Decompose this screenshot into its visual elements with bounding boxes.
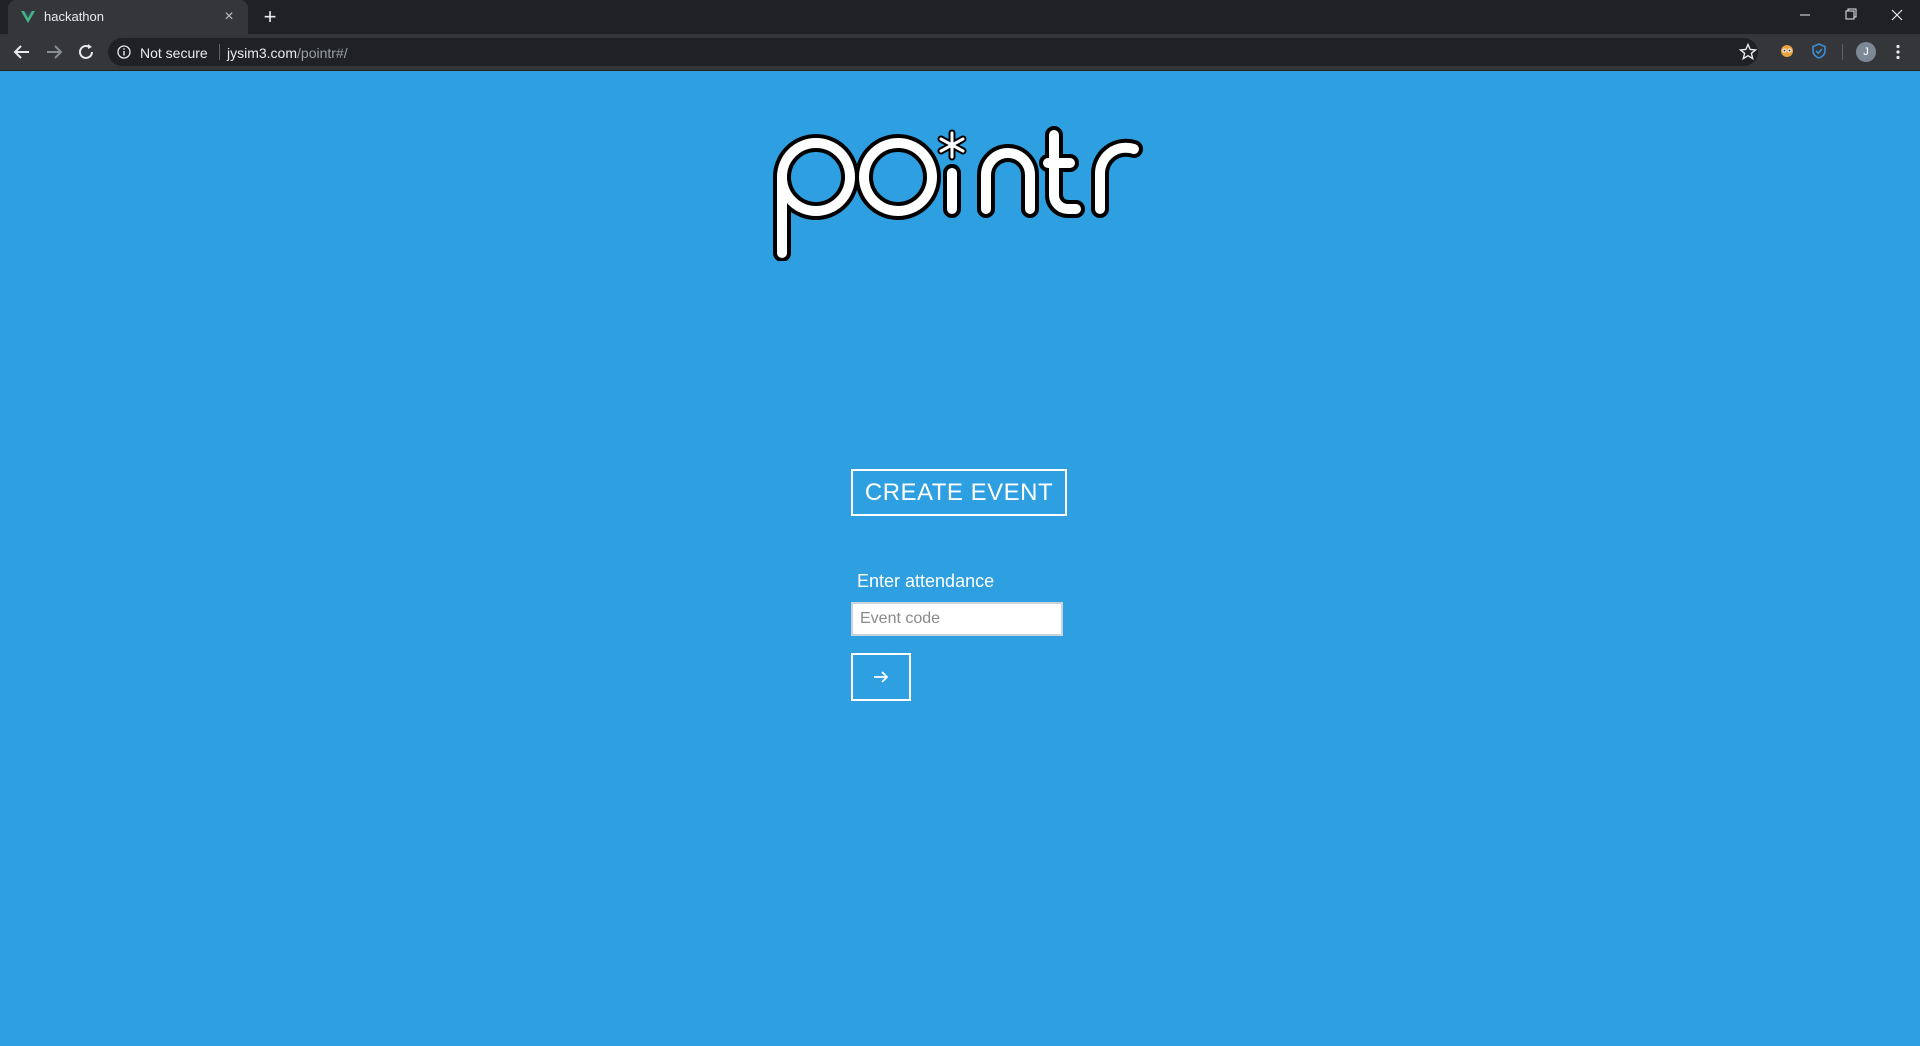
submit-attendance-button[interactable] <box>851 653 911 701</box>
browser-toolbar: Not secure jysim3.com/pointr#/ <box>0 34 1920 71</box>
profile-avatar[interactable]: J <box>1856 42 1876 62</box>
browser-tabstrip: hackathon × + <box>0 0 1920 34</box>
pointr-logo <box>773 126 1143 261</box>
url-host: jysim3.com <box>227 45 298 61</box>
url-text: jysim3.com/pointr#/ <box>227 45 348 61</box>
extension-icon[interactable] <box>1778 42 1796 60</box>
url-path: /pointr#/ <box>297 45 348 61</box>
reload-icon[interactable] <box>74 40 98 64</box>
page-content: CREATE EVENT Enter attendance <box>0 71 1920 1046</box>
arrow-right-icon <box>874 671 889 683</box>
security-label: Not secure <box>140 45 208 61</box>
vue-logo-icon <box>21 11 35 23</box>
tab-title: hackathon <box>44 9 104 24</box>
info-icon[interactable] <box>117 45 131 59</box>
attendance-label: Enter attendance <box>857 571 995 591</box>
tab-close-icon[interactable]: × <box>220 8 238 26</box>
bookmark-star-icon[interactable] <box>1738 42 1758 62</box>
shield-extension-icon[interactable] <box>1810 42 1828 60</box>
browser-tab[interactable]: hackathon × <box>8 0 248 34</box>
new-tab-button[interactable]: + <box>258 5 282 29</box>
toolbar-separator <box>1842 44 1843 60</box>
close-window-icon[interactable] <box>1874 0 1920 30</box>
address-bar[interactable]: Not secure jysim3.com/pointr#/ <box>108 38 1758 66</box>
restore-window-icon[interactable] <box>1828 0 1874 30</box>
event-code-input[interactable] <box>851 602 1063 636</box>
more-menu-icon[interactable] <box>1888 42 1908 62</box>
back-arrow-icon[interactable] <box>10 40 34 64</box>
address-separator <box>219 44 220 60</box>
forward-arrow-icon[interactable] <box>42 40 66 64</box>
create-event-button[interactable]: CREATE EVENT <box>851 469 1067 516</box>
minimize-icon[interactable] <box>1782 0 1828 30</box>
